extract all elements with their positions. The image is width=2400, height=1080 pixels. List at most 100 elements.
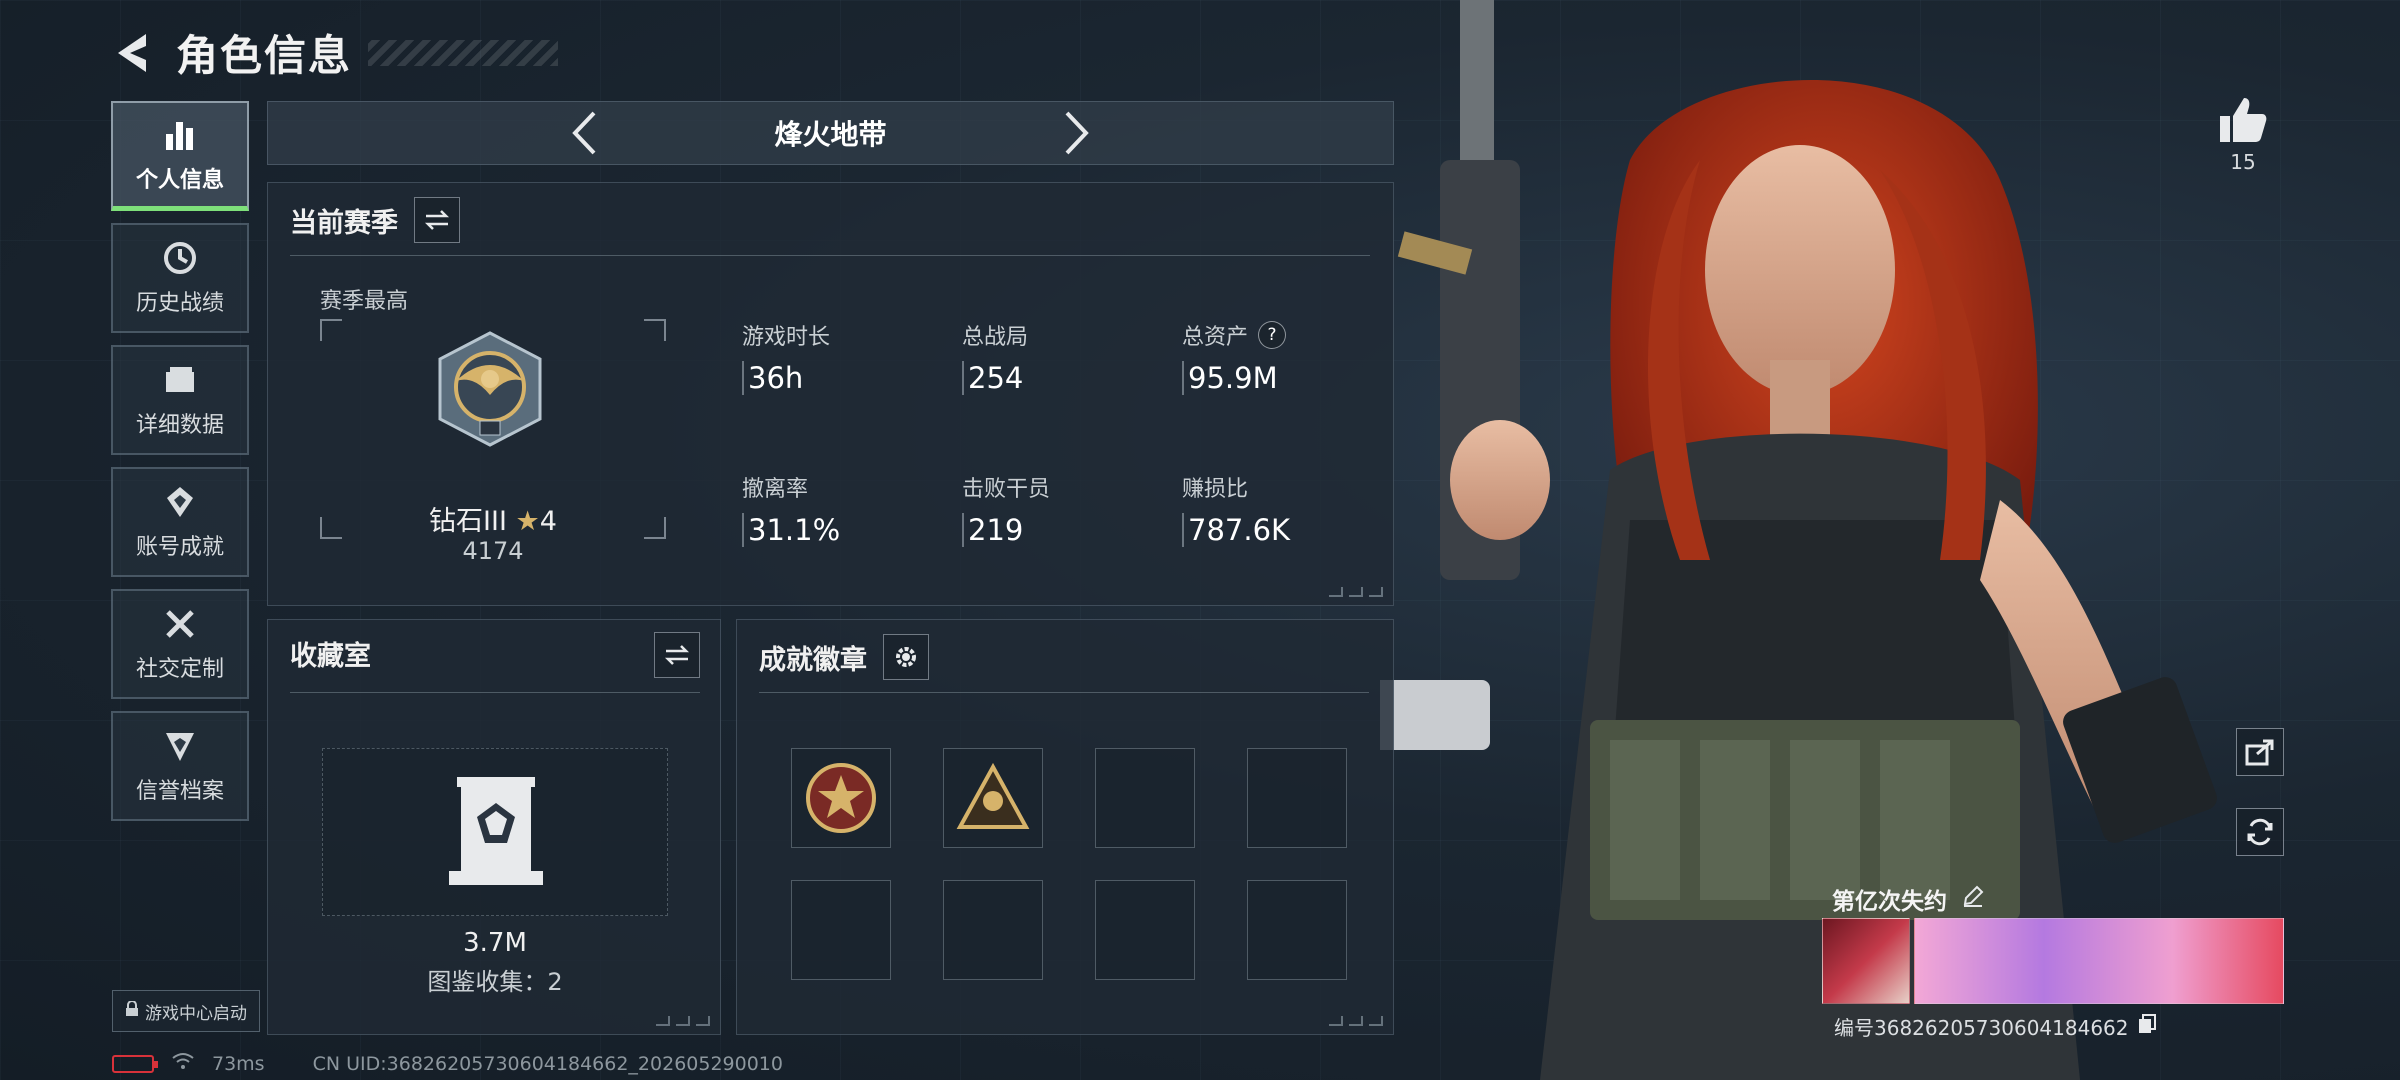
sidebar-item-details[interactable]: 详细数据: [111, 345, 249, 455]
edit-icon[interactable]: [1961, 884, 1985, 914]
current-season-panel: 当前赛季 赛季最高 钻石III ★4 4174 游戏时长 36h 总战局 254: [267, 182, 1394, 606]
rank-name-row: 钻石III ★4: [320, 499, 666, 538]
character-name: 第亿次失约: [1832, 889, 1947, 915]
serial-number: 编号3682620573060418466​2: [1834, 1016, 2129, 1040]
season-header: 当前赛季: [290, 197, 460, 243]
sidebar-item-personal-info[interactable]: 个人信息: [111, 101, 249, 211]
back-button[interactable]: [110, 28, 154, 78]
stat-label: 赚损比: [1182, 477, 1249, 502]
copy-icon[interactable]: [2137, 1013, 2157, 1040]
panel-corner-decoration: [1329, 1016, 1383, 1026]
folder-icon: [161, 361, 199, 399]
stat-label-row: 总资产 ?: [1182, 319, 1287, 351]
stat-total-matches: 总战局 254: [962, 319, 1028, 395]
badge-slot[interactable]: [943, 748, 1043, 848]
stat-value: 31.1%: [742, 513, 840, 547]
mode-next-button[interactable]: [1057, 109, 1097, 157]
divider: [759, 692, 1369, 693]
badge-slot-empty[interactable]: [1095, 748, 1195, 848]
name-card-avatar[interactable]: [1822, 918, 1910, 1004]
launch-label: 游戏中心启动: [145, 1003, 247, 1024]
panel-corner-decoration: [1329, 587, 1383, 597]
star-icon: ★: [515, 506, 540, 537]
collection-switch-button[interactable]: [654, 632, 700, 678]
name-card-banner[interactable]: [1914, 918, 2284, 1004]
ping-value: 73ms: [212, 1052, 265, 1075]
sidebar-item-label: 社交定制: [135, 657, 224, 682]
collection-panel: 收藏室 3.7M 图鉴收集：2: [267, 619, 721, 1035]
chevron-right-icon: [1065, 111, 1089, 155]
sidebar: 个人信息 历史战绩 详细数据 账号成就 社交定制 信誉档案: [111, 101, 249, 833]
game-center-launch-button[interactable]: 游戏中心启动: [112, 990, 260, 1032]
achievement-icon: [161, 483, 199, 521]
divider: [290, 692, 700, 693]
diamond-rank-emblem-icon: [438, 331, 542, 447]
status-bar: 73ms CN UID:3682620573060418466​2_202605…: [112, 1052, 783, 1075]
refresh-button[interactable]: [2236, 808, 2284, 856]
wifi-icon: [172, 1052, 194, 1075]
sidebar-item-history[interactable]: 历史战绩: [111, 223, 249, 333]
badge-slot-empty[interactable]: [1095, 880, 1195, 980]
achievement-header: 成就徽章: [759, 634, 929, 680]
badge-slot-empty[interactable]: [1247, 748, 1347, 848]
bar-chart-icon: [161, 116, 199, 154]
rank-score: 4174: [462, 537, 524, 565]
character-name-row: 第亿次失约: [1832, 882, 1985, 916]
mode-title: 烽火地带: [774, 118, 887, 151]
mode-selector: 烽火地带: [267, 101, 1394, 165]
stat-label: 击败干员: [962, 477, 1051, 502]
share-button[interactable]: [2236, 728, 2284, 776]
sidebar-item-achievements[interactable]: 账号成就: [111, 467, 249, 577]
badge-slot[interactable]: [791, 748, 891, 848]
badge-slot-empty[interactable]: [1247, 880, 1347, 980]
sidebar-item-social[interactable]: 社交定制: [111, 589, 249, 699]
uid-text: CN UID:3682620573060418466​2_20260529001…: [312, 1052, 783, 1075]
like-count: 15: [2230, 150, 2256, 174]
collection-value: 3.7M: [463, 928, 527, 958]
stat-extract-rate: 撤离率 31.1%: [742, 471, 840, 547]
help-button[interactable]: ?: [1258, 321, 1287, 349]
stat-value: 95.9M: [1182, 361, 1286, 395]
season-title: 当前赛季: [290, 207, 398, 239]
rank-frame: 钻石III ★4 4174: [320, 319, 666, 565]
stat-value: 254: [962, 361, 1028, 395]
title-decoration: [368, 39, 559, 66]
mode-prev-button[interactable]: [564, 109, 604, 157]
stat-label: 总战局: [962, 325, 1029, 350]
sidebar-item-label: 信誉档案: [135, 779, 224, 804]
collection-display[interactable]: [322, 748, 668, 916]
display-case-icon: [449, 777, 543, 885]
season-switch-button[interactable]: [414, 197, 460, 243]
lock-icon: [125, 999, 139, 1022]
achievement-badges-panel: 成就徽章: [736, 619, 1394, 1035]
refresh-icon: [2247, 818, 2273, 846]
swap-icon: [424, 210, 450, 230]
rank-name: 钻石III: [429, 506, 507, 537]
share-icon: [2245, 739, 2274, 766]
sidebar-item-label: 账号成就: [135, 535, 224, 560]
sidebar-item-credit[interactable]: 信誉档案: [111, 711, 249, 821]
collection-title: 收藏室: [290, 641, 371, 672]
medal-badge-icon: [806, 763, 876, 833]
badge-slot-empty[interactable]: [943, 880, 1043, 980]
stat-label: 游戏时长: [742, 325, 831, 350]
rank-stars: 4: [539, 506, 557, 537]
achievement-settings-button[interactable]: [883, 634, 929, 680]
stat-label: 撤离率: [742, 477, 809, 502]
stat-value: 787.6K: [1182, 513, 1290, 547]
swap-icon: [664, 645, 690, 665]
sidebar-item-label: 历史战绩: [135, 291, 224, 316]
stat-play-time: 游戏时长 36h: [742, 319, 830, 395]
serial-row: 编号3682620573060418466​2: [1834, 1012, 2157, 1041]
panel-corner-decoration: [656, 1016, 710, 1026]
stat-label: 总资产: [1182, 325, 1249, 350]
triangle-badge-icon: [956, 762, 1030, 829]
sidebar-item-label: 详细数据: [135, 413, 224, 438]
achievement-title: 成就徽章: [759, 644, 867, 676]
like-button[interactable]: 15: [2218, 96, 2268, 174]
season-best-label: 赛季最高: [320, 289, 409, 314]
badge-slot-empty[interactable]: [791, 880, 891, 980]
tools-icon: [161, 605, 199, 643]
stat-value: 219: [962, 513, 1050, 547]
back-arrow-icon: [118, 33, 146, 72]
